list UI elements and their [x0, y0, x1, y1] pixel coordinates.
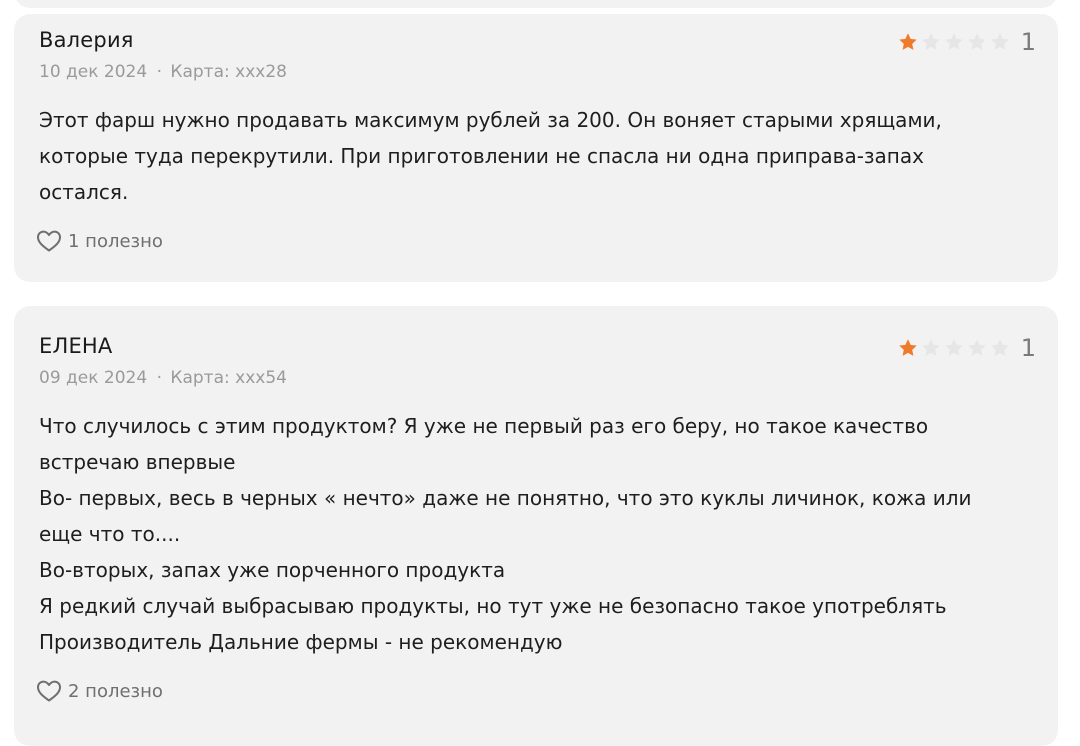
meta-separator: · — [156, 62, 162, 82]
review-card-number: Карта: xxx54 — [170, 368, 287, 388]
helpful-button[interactable]: 2 полезно — [36, 679, 163, 703]
star-icon — [897, 31, 919, 53]
review-text-line: Во-вторых, запах уже порченного продукта — [39, 558, 506, 582]
helpful-label: 2 полезно — [68, 680, 163, 702]
star-rating — [897, 337, 1011, 359]
review-rating: 1 — [897, 334, 1036, 362]
star-icon — [989, 31, 1011, 53]
star-icon — [966, 31, 988, 53]
review-meta: 10 дек 2024 · Карта: xxx28 — [39, 62, 287, 82]
star-icon — [920, 31, 942, 53]
heart-icon — [37, 230, 61, 252]
review-card-number: Карта: xxx28 — [170, 62, 287, 82]
review-text-line: Что случилось с этим продуктом? Я уже не… — [39, 414, 929, 438]
review-date: 10 дек 2024 — [39, 62, 148, 82]
review-text-line: Я редкий случай выбрасываю продукты, но … — [39, 594, 947, 618]
heart-icon — [37, 680, 61, 702]
star-icon — [943, 31, 965, 53]
helpful-label: 1 полезно — [68, 230, 163, 252]
review-meta: 09 дек 2024 · Карта: xxx54 — [39, 368, 287, 388]
rating-value: 1 — [1020, 334, 1036, 362]
star-rating — [897, 31, 1011, 53]
review-text-line: еще что то.... — [39, 522, 181, 546]
star-icon — [989, 337, 1011, 359]
review-text-line: Этот фарш нужно продавать максимум рубле… — [39, 108, 942, 132]
helpful-button[interactable]: 1 полезно — [36, 229, 163, 253]
review-text-line: Во- первых, весь в черных « нечто» даже … — [39, 486, 972, 510]
review-text: Этот фарш нужно продавать максимум рубле… — [39, 102, 1039, 210]
previous-review-card — [14, 0, 1058, 8]
star-icon — [920, 337, 942, 359]
rating-value: 1 — [1020, 28, 1036, 56]
review-author: ЕЛЕНА — [39, 334, 113, 358]
review-text: Что случилось с этим продуктом? Я уже не… — [39, 408, 1039, 660]
star-icon — [943, 337, 965, 359]
review-text-line: которые туда перекрутили. При приготовле… — [39, 144, 924, 168]
review-text-line: остался. — [39, 180, 129, 204]
review-card: ЕЛЕНА 09 дек 2024 · Карта: xxx54 1 Что с… — [14, 306, 1058, 746]
star-icon — [897, 337, 919, 359]
review-text-line: встречаю впервые — [39, 450, 236, 474]
review-text-line: Производитель Дальние фермы - не рекомен… — [39, 630, 563, 654]
review-date: 09 дек 2024 — [39, 368, 148, 388]
star-icon — [966, 337, 988, 359]
review-card: Валерия 10 дек 2024 · Карта: xxx28 1 Это… — [14, 14, 1058, 282]
meta-separator: · — [156, 368, 162, 388]
review-rating: 1 — [897, 28, 1036, 56]
review-author: Валерия — [39, 28, 134, 52]
